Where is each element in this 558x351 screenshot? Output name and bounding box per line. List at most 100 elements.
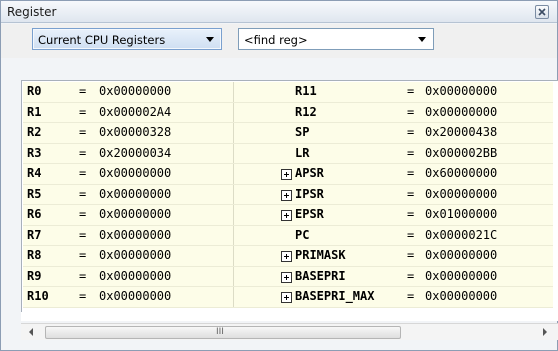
equals-sign: = [407, 186, 415, 201]
register-name: APSR [295, 166, 324, 180]
register-name: R8 [27, 248, 42, 262]
register-value: 0x00000000 [99, 227, 172, 242]
register-row[interactable]: R0 = 0x00000000 R11 = 0x00000000 [23, 82, 553, 103]
expand-plus-icon[interactable] [281, 251, 292, 262]
expand-plus-icon[interactable] [281, 169, 292, 180]
register-row[interactable]: R1 = 0x000002A4 R12 = 0x00000000 [23, 102, 553, 123]
title-bar: Register [1, 1, 557, 23]
register-row[interactable]: R4 = 0x00000000 APSR = 0x60000000 [23, 164, 553, 185]
equals-sign: = [79, 145, 87, 160]
expand-plus-icon[interactable] [281, 271, 292, 283]
register-row[interactable]: R5 = 0x00000000 IPSR = 0x00000000 [23, 184, 553, 205]
expand-plus-icon[interactable] [281, 292, 292, 303]
register-name: R7 [27, 227, 42, 242]
register-row[interactable]: R10 = 0x00000000 BASEPRI_MAX = 0x00000000 [23, 287, 553, 308]
equals-sign: = [407, 248, 415, 262]
register-value: 0x000002BB [425, 145, 498, 160]
register-name: R4 [27, 166, 42, 180]
register-name: EPSR [295, 207, 324, 221]
register-value: 0x00000000 [99, 84, 172, 98]
register-row[interactable]: R9 = 0x00000000 BASEPRI = 0x00000000 [23, 266, 553, 287]
register-value: 0x00000000 [99, 186, 172, 201]
register-name: BASEPRI [295, 268, 346, 283]
register-name: IPSR [295, 186, 324, 201]
chevron-down-icon [206, 37, 214, 42]
find-register-combo[interactable]: <find reg> [238, 28, 434, 50]
equals-sign: = [407, 104, 415, 119]
equals-sign: = [79, 125, 87, 139]
equals-sign: = [407, 166, 415, 180]
register-value: 0x000002A4 [99, 104, 172, 119]
register-name: SP [295, 125, 310, 139]
register-grid[interactable]: R0 = 0x00000000 R11 = 0x00000000 R1 = 0x000002A4… [23, 82, 553, 308]
register-name: BASEPRI_MAX [295, 289, 375, 303]
register-name: LR [295, 145, 310, 160]
equals-sign: = [79, 207, 87, 221]
scrollbar-grip: III [216, 327, 224, 337]
register-value: 0x00000000 [425, 268, 498, 283]
register-name: R6 [27, 207, 42, 221]
register-name: R0 [27, 84, 42, 98]
register-name: R9 [27, 268, 42, 283]
register-window: Register Current CPU Registers <find reg… [0, 0, 558, 351]
register-row[interactable]: R3 = 0x20000034 LR = 0x000002BB [23, 143, 553, 164]
register-value: 0x20000034 [99, 145, 172, 160]
register-value: 0x00000000 [425, 289, 498, 303]
register-value: 0x00000000 [99, 268, 172, 283]
register-value: 0x00000328 [99, 125, 172, 139]
column-divider [233, 184, 234, 204]
equals-sign: = [79, 248, 87, 262]
equals-sign: = [79, 289, 87, 303]
register-value: 0x0000021C [425, 227, 498, 242]
column-divider [233, 246, 234, 266]
chevron-down-icon [418, 37, 426, 42]
register-name: R1 [27, 104, 42, 119]
register-value: 0x00000000 [99, 289, 172, 303]
register-name: PC [295, 227, 310, 242]
register-name: R12 [295, 104, 317, 119]
column-divider [233, 266, 234, 286]
register-value: 0x00000000 [425, 248, 498, 262]
expand-plus-icon[interactable] [281, 210, 292, 221]
register-set-dropdown[interactable]: Current CPU Registers [32, 28, 222, 50]
column-divider [233, 225, 234, 245]
register-name: R11 [295, 84, 317, 98]
register-value: 0x00000000 [425, 84, 498, 98]
equals-sign: = [79, 166, 87, 180]
window-title: Register [7, 5, 57, 19]
equals-sign: = [407, 268, 415, 283]
register-value: 0x00000000 [99, 248, 172, 262]
equals-sign: = [79, 186, 87, 201]
register-name: R2 [27, 125, 42, 139]
scroll-left-icon[interactable] [29, 328, 33, 336]
column-divider [233, 123, 234, 143]
register-row[interactable]: R2 = 0x00000328 SP = 0x20000438 [23, 123, 553, 144]
equals-sign: = [407, 125, 415, 139]
column-divider [233, 82, 234, 102]
register-value: 0x01000000 [425, 207, 498, 221]
register-row[interactable]: R8 = 0x00000000 PRIMASK = 0x00000000 [23, 246, 553, 267]
equals-sign: = [407, 207, 415, 221]
register-value: 0x00000000 [425, 104, 498, 119]
register-value: 0x60000000 [425, 166, 498, 180]
equals-sign: = [407, 227, 415, 242]
column-divider [233, 102, 234, 122]
expand-plus-icon[interactable] [281, 189, 292, 201]
column-divider [233, 287, 234, 307]
column-divider [233, 205, 234, 225]
register-name: PRIMASK [295, 248, 346, 262]
register-value: 0x00000000 [99, 166, 172, 180]
equals-sign: = [79, 104, 87, 119]
register-row[interactable]: R6 = 0x00000000 EPSR = 0x01000000 [23, 205, 553, 226]
equals-sign: = [79, 268, 87, 283]
register-name: R3 [27, 145, 42, 160]
scrollbar-thumb[interactable]: III [45, 326, 401, 339]
horizontal-scrollbar[interactable]: III [21, 323, 558, 340]
scroll-right-icon[interactable] [543, 328, 547, 336]
register-value: 0x00000000 [99, 207, 172, 221]
close-button[interactable] [535, 5, 549, 19]
column-divider [233, 143, 234, 163]
equals-sign: = [407, 145, 415, 160]
equals-sign: = [407, 289, 415, 303]
register-row[interactable]: R7 = 0x00000000 PC = 0x0000021C [23, 225, 553, 246]
